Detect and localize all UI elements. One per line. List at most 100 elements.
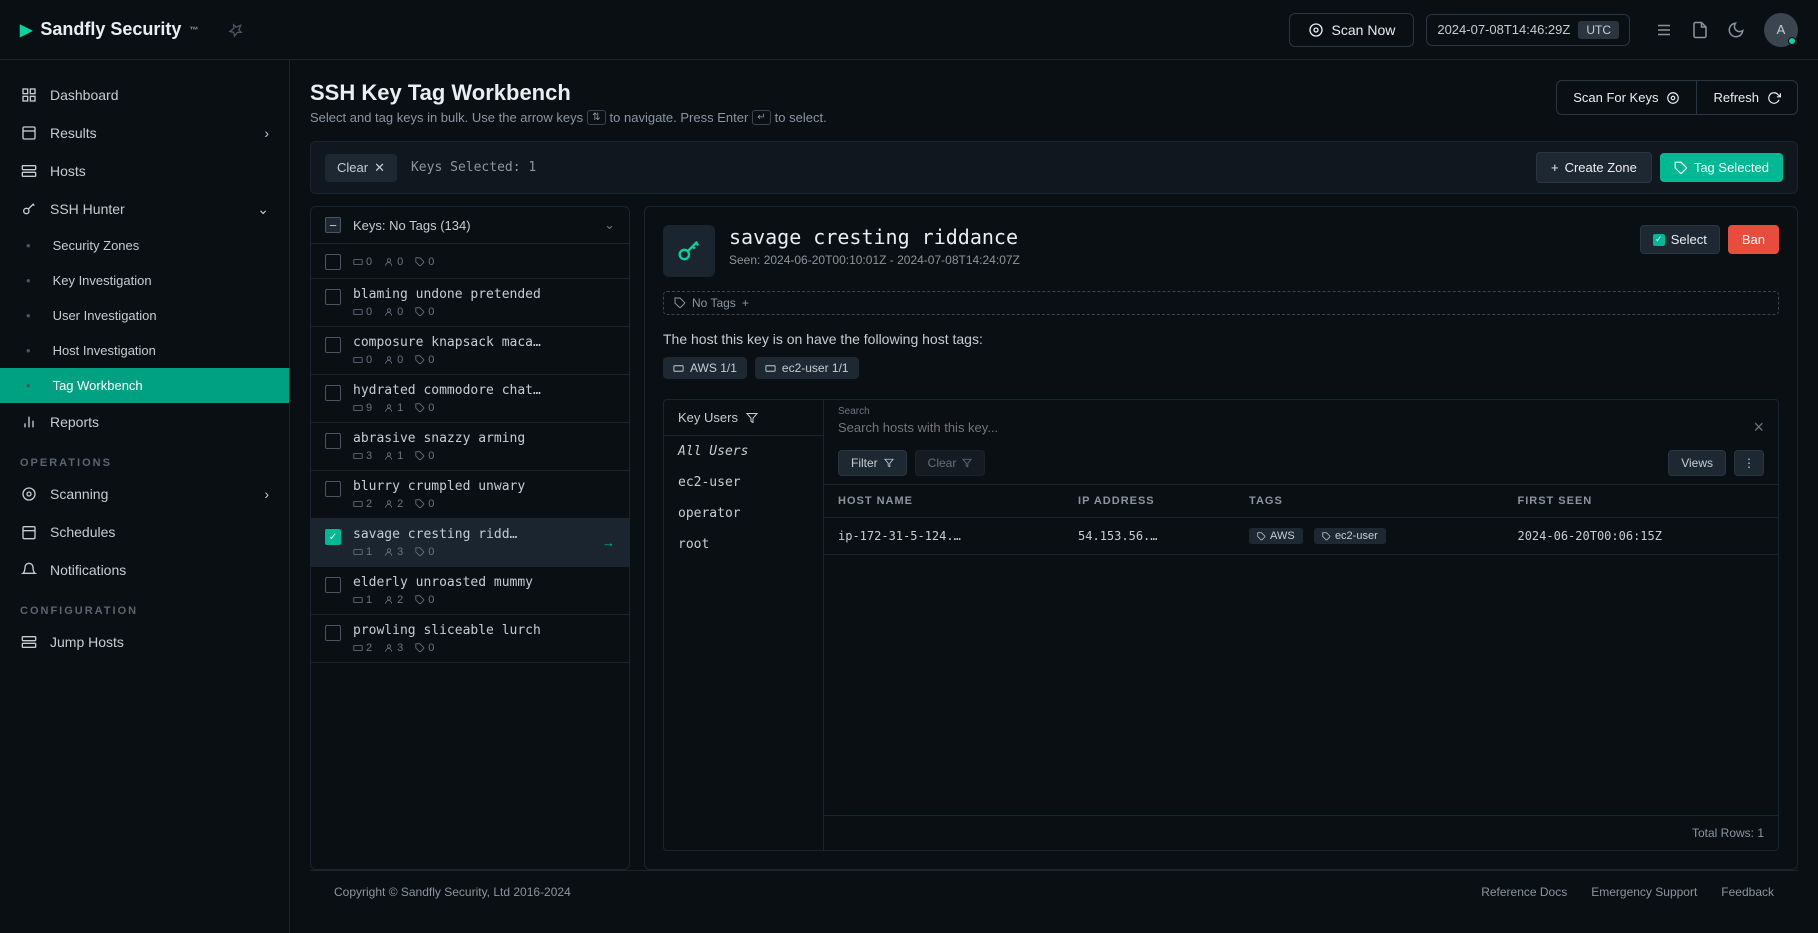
sidebar-item-host-investigation[interactable]: Host Investigation [0, 333, 289, 368]
row-checkbox[interactable] [325, 481, 341, 497]
sidebar-item-dashboard[interactable]: Dashboard [0, 76, 289, 114]
tag-count: 0 [415, 256, 434, 268]
footer-link-support[interactable]: Emergency Support [1591, 885, 1697, 899]
key-row[interactable]: ✓ savage cresting ridd… 1 3 0 → [311, 519, 629, 567]
user-item[interactable]: operator [664, 498, 823, 529]
host-tag-chip[interactable]: ec2-user 1/1 [755, 357, 859, 379]
tag-icon [1322, 532, 1331, 541]
tag-count: 0 [415, 450, 434, 462]
user-item[interactable]: ec2-user [664, 467, 823, 498]
user-item-all[interactable]: All Users [664, 436, 823, 467]
page-subtitle: Select and tag keys in bulk. Use the arr… [310, 110, 827, 125]
key-row[interactable]: abrasive snazzy arming 3 1 0 [311, 423, 629, 471]
row-checkbox[interactable] [325, 385, 341, 401]
scan-now-button[interactable]: Scan Now [1289, 13, 1415, 47]
sidebar-item-key-investigation[interactable]: Key Investigation [0, 263, 289, 298]
key-row[interactable]: elderly unroasted mummy 1 2 0 [311, 567, 629, 615]
filter-button[interactable]: Filter [838, 450, 907, 476]
key-row[interactable]: blaming undone pretended 0 0 0 [311, 279, 629, 327]
key-row[interactable]: prowling sliceable lurch 2 3 0 [311, 615, 629, 663]
filter-icon[interactable] [746, 412, 758, 424]
footer-link-docs[interactable]: Reference Docs [1481, 885, 1567, 899]
brand-name: Sandfly Security [40, 19, 181, 40]
refresh-button[interactable]: Refresh [1696, 80, 1798, 115]
key-name: hydrated commodore chat… [353, 383, 615, 398]
sidebar-item-ssh-hunter[interactable]: SSH Hunter ⌄ [0, 190, 289, 228]
sidebar-item-results[interactable]: Results › [0, 114, 289, 152]
arrows-kbd-icon: ⇅ [587, 110, 605, 125]
select-button[interactable]: ✓ Select [1640, 225, 1720, 254]
row-checkbox[interactable] [325, 254, 341, 270]
document-icon[interactable] [1690, 20, 1710, 40]
users-header: Key Users [664, 400, 823, 436]
target-icon [1308, 22, 1324, 38]
search-input[interactable] [838, 418, 1753, 437]
chevron-right-icon: › [264, 125, 269, 141]
sidebar-item-scanning[interactable]: Scanning › [0, 475, 289, 513]
user-count: 0 [384, 306, 403, 318]
sidebar-item-reports[interactable]: Reports [0, 403, 289, 441]
toolbar: Clear ✕ Keys Selected: 1 + Create Zone T… [310, 141, 1798, 194]
more-button[interactable]: ⋮ [1734, 450, 1764, 476]
host-tag-chip[interactable]: AWS 1/1 [663, 357, 747, 379]
key-row[interactable]: hydrated commodore chat… 9 1 0 [311, 375, 629, 423]
clear-button[interactable]: Clear ✕ [325, 154, 397, 182]
create-zone-button[interactable]: + Create Zone [1536, 152, 1652, 183]
row-checkbox[interactable] [325, 337, 341, 353]
ban-button[interactable]: Ban [1728, 225, 1779, 254]
filter-off-icon [962, 458, 972, 468]
plus-icon: + [742, 296, 749, 310]
avatar[interactable]: A [1764, 13, 1798, 47]
sidebar-item-security-zones[interactable]: Security Zones [0, 228, 289, 263]
row-checkbox[interactable] [325, 625, 341, 641]
key-row[interactable]: 0 0 0 [311, 244, 629, 279]
select-all-checkbox[interactable]: − [325, 217, 341, 233]
no-tags-chip[interactable]: No Tags + [663, 291, 1779, 315]
user-item[interactable]: root [664, 529, 823, 560]
col-ip[interactable]: IP ADDRESS [1064, 485, 1235, 518]
sidebar-item-user-investigation[interactable]: User Investigation [0, 298, 289, 333]
views-button[interactable]: Views [1668, 450, 1726, 476]
user-count: 0 [384, 354, 403, 366]
list-icon[interactable] [1654, 20, 1674, 40]
chevron-down-icon[interactable]: ⌄ [604, 217, 615, 233]
sidebar-item-hosts[interactable]: Hosts [0, 152, 289, 190]
key-name: blaming undone pretended [353, 287, 615, 302]
key-name: blurry crumpled unwary [353, 479, 615, 494]
key-row[interactable]: composure knapsack maca… 0 0 0 [311, 327, 629, 375]
col-first-seen[interactable]: FIRST SEEN [1503, 485, 1778, 518]
col-host[interactable]: HOST NAME [824, 485, 1064, 518]
status-dot-icon [1788, 37, 1796, 45]
close-icon: ✕ [374, 160, 385, 176]
filter-icon [884, 458, 894, 468]
row-checkbox[interactable]: ✓ [325, 529, 341, 545]
sidebar-item-tag-workbench[interactable]: Tag Workbench [0, 368, 289, 403]
sidebar-item-jump-hosts[interactable]: Jump Hosts [0, 623, 289, 661]
tag-selected-button[interactable]: Tag Selected [1660, 153, 1783, 182]
tag-pill: ec2-user [1314, 528, 1386, 544]
enter-kbd-icon: ↵ [752, 110, 770, 125]
row-checkbox[interactable] [325, 433, 341, 449]
clear-search-icon[interactable]: × [1753, 417, 1764, 438]
section-configuration: CONFIGURATION [0, 589, 289, 623]
sidebar-item-notifications[interactable]: Notifications [0, 551, 289, 589]
row-checkbox[interactable] [325, 289, 341, 305]
detail-seen: Seen: 2024-06-20T00:10:01Z - 2024-07-08T… [729, 253, 1020, 267]
sidebar-item-schedules[interactable]: Schedules [0, 513, 289, 551]
table-row[interactable]: ip-172-31-5-124.… 54.153.56.… AWS ec2-us… [824, 518, 1778, 555]
col-tags[interactable]: TAGS [1235, 485, 1503, 518]
tag-pill: AWS [1249, 528, 1303, 544]
user-count: 2 [384, 594, 403, 606]
clear-filter-button[interactable]: Clear [915, 450, 986, 476]
checkbox-checked-icon: ✓ [1653, 234, 1665, 246]
key-name: savage cresting ridd… [353, 527, 590, 542]
user-count: 1 [384, 402, 403, 414]
footer-link-feedback[interactable]: Feedback [1721, 885, 1774, 899]
pin-icon[interactable] [228, 22, 244, 38]
key-row[interactable]: blurry crumpled unwary 2 2 0 [311, 471, 629, 519]
scan-for-keys-button[interactable]: Scan For Keys [1556, 80, 1696, 115]
host-count: 3 [353, 450, 372, 462]
app-header: ▶ Sandfly Security ™ Scan Now 2024-07-08… [0, 0, 1818, 60]
row-checkbox[interactable] [325, 577, 341, 593]
theme-icon[interactable] [1726, 20, 1746, 40]
